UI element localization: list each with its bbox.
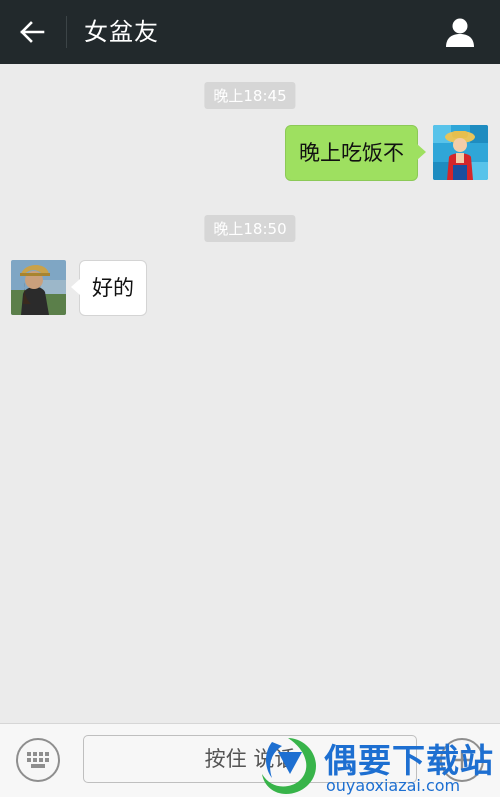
plus-circle-icon [452, 750, 472, 770]
timestamp: 晚上18:45 [204, 82, 296, 109]
back-button[interactable] [10, 12, 54, 52]
input-bar: 按住 说话 [0, 723, 500, 797]
top-bar: 女盆友 [0, 0, 500, 64]
hold-to-talk-button[interactable]: 按住 说话 [83, 735, 417, 783]
person-icon [446, 18, 474, 47]
contact-avatar[interactable] [11, 260, 66, 315]
header-divider [66, 16, 67, 48]
my-avatar[interactable] [433, 125, 488, 180]
keyboard-toggle-button[interactable] [16, 738, 60, 782]
outgoing-message-bubble[interactable]: 晚上吃饭不 [285, 125, 426, 181]
chat-screen: 女盆友 晚上18:45 晚上吃饭不 晚上18:50 好的 按住 说话 偶要下载站… [0, 0, 500, 797]
chat-title: 女盆友 [84, 18, 159, 46]
chat-info-button[interactable] [440, 12, 480, 52]
more-options-button[interactable] [440, 738, 484, 782]
incoming-message-bubble[interactable]: 好的 [71, 260, 147, 316]
timestamp: 晚上18:50 [204, 215, 296, 242]
arrow-left-icon [20, 21, 45, 43]
keyboard-icon [27, 752, 49, 768]
